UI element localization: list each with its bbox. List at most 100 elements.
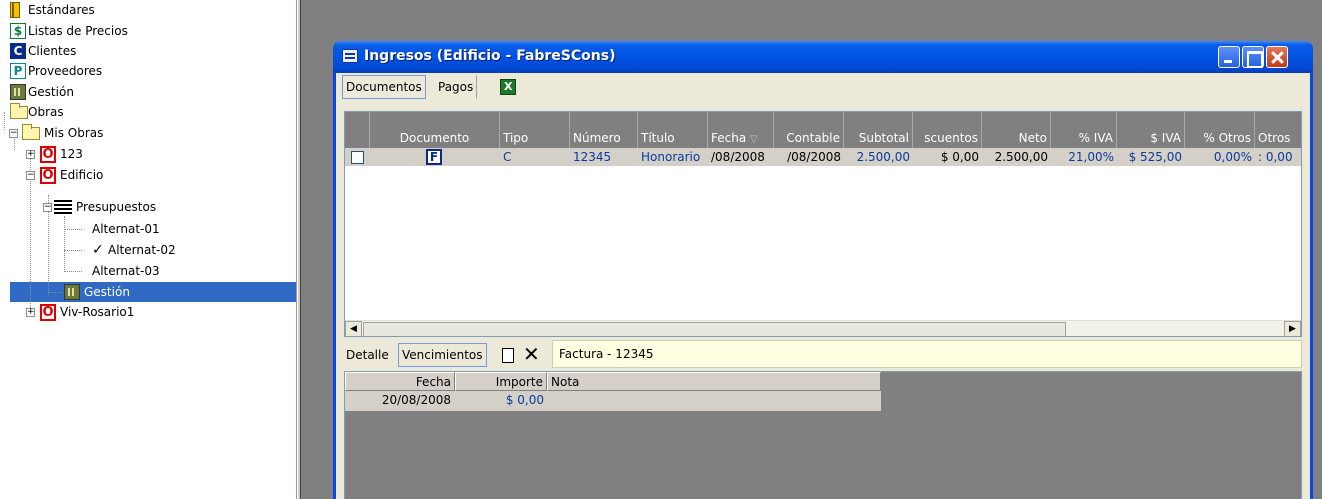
close-button[interactable] [1266, 46, 1288, 68]
column-header-descuentos[interactable]: scuentos [913, 129, 982, 148]
column-header-fecha[interactable]: Fecha ▽ [708, 129, 774, 148]
column-header-fecha[interactable]: Fecha [345, 372, 455, 391]
tree-item-gestion-obra[interactable]: Gestión [0, 282, 290, 302]
top-tab-strip: Documentos Pagos [342, 75, 642, 99]
column-header-otros[interactable]: Otros [1255, 129, 1301, 148]
scroll-left-button[interactable]: ◀ [345, 321, 362, 336]
obra-icon: O [40, 167, 56, 184]
band-cell [1051, 112, 1117, 129]
scrollbar-thumb[interactable] [363, 322, 1066, 336]
column-header-subtotal[interactable]: Subtotal [844, 129, 913, 148]
tree-item-alternat-02[interactable]: ✓ Alternat-02 [0, 240, 290, 260]
collapse-toggle[interactable]: − [43, 203, 52, 212]
tree-item-alternat-01[interactable]: Alternat-01 [0, 219, 290, 239]
band-cell [1255, 112, 1301, 129]
minimize-button[interactable] [1218, 46, 1240, 68]
tree-item-estandares[interactable]: Estándares [0, 0, 290, 20]
tab-documentos[interactable]: Documentos [342, 75, 426, 99]
column-header-contable[interactable]: Contable [774, 129, 844, 148]
factura-doc-icon: F [426, 149, 442, 165]
column-header-importe[interactable]: Importe [455, 372, 547, 391]
tab-detalle[interactable]: Detalle [342, 343, 393, 367]
vencimientos-grid[interactable]: Fecha Importe Nota 20/08/2008 $ 0,00 [344, 371, 1302, 499]
grid-header: Documento Tipo Número Título Fecha ▽ Con… [345, 129, 1301, 148]
navigation-tree: Estándares $ Listas de Precios C Cliente… [0, 0, 297, 499]
building-icon [64, 284, 80, 300]
cell-contable: /08/2008 [787, 150, 841, 164]
window-title: Ingresos (Edificio - FabreSCons) [364, 48, 616, 64]
window-body: Documentos Pagos X Documento Tipo Número… [336, 73, 1310, 499]
obra-icon: O [40, 304, 56, 321]
maximize-button[interactable] [1242, 46, 1264, 68]
clients-icon: C [10, 43, 26, 59]
column-header-select[interactable] [345, 129, 370, 148]
expand-toggle[interactable]: + [26, 150, 35, 159]
new-document-icon[interactable] [502, 348, 514, 363]
collapse-toggle[interactable]: − [26, 171, 35, 180]
column-header-numero[interactable]: Número [570, 129, 638, 148]
column-header-pct-otros[interactable]: % Otros [1185, 129, 1255, 148]
tree-item-label: Estándares [28, 3, 95, 17]
band-cell [345, 112, 370, 129]
column-header-nota[interactable]: Nota [547, 372, 881, 391]
cell-iva: $ 525,00 [1128, 150, 1182, 164]
column-header-neto[interactable]: Neto [982, 129, 1051, 148]
column-header-iva[interactable]: $ IVA [1117, 129, 1185, 148]
tree-item-alternat-03[interactable]: Alternat-03 [0, 261, 290, 281]
table-row[interactable]: 20/08/2008 $ 0,00 [345, 391, 881, 411]
tree-item-label: Alternat-02 [108, 243, 176, 257]
window-app-icon[interactable] [342, 49, 358, 63]
grid-group-band [345, 112, 1301, 129]
expand-toggle[interactable]: + [26, 308, 35, 317]
cell-fecha: /08/2008 [711, 150, 765, 164]
band-cell [570, 112, 638, 129]
tree-item-mis-obras[interactable]: − Mis Obras [0, 123, 290, 143]
collapse-toggle[interactable]: − [9, 129, 18, 138]
tree-item-label: Mis Obras [44, 126, 104, 140]
window-titlebar[interactable]: Ingresos (Edificio - FabreSCons) [333, 41, 1313, 73]
scroll-right-button[interactable]: ▶ [1284, 321, 1301, 336]
column-header-titulo[interactable]: Título [638, 129, 708, 148]
cell-numero: 12345 [573, 150, 612, 164]
ingresos-window: Ingresos (Edificio - FabreSCons) Documen… [333, 41, 1313, 499]
horizontal-scrollbar[interactable]: ◀ ▶ [345, 320, 1301, 336]
panel-splitter[interactable] [297, 0, 301, 499]
tree-item-label: Presupuestos [76, 200, 157, 214]
tree-item-label: Clientes [28, 44, 77, 58]
band-cell [370, 112, 500, 129]
tree-item-obras[interactable]: Obras [0, 102, 290, 122]
tree-item-presupuestos[interactable]: − Presupuestos [0, 197, 290, 217]
tree-item-gestion[interactable]: Gestión [0, 82, 290, 102]
cell-titulo: Honorario [641, 150, 701, 164]
tree-item-label: 123 [60, 147, 83, 161]
band-cell [708, 112, 774, 129]
tree-item-clientes[interactable]: C Clientes [0, 41, 290, 61]
tree-item-edificio[interactable]: − O Edificio [0, 165, 290, 185]
tab-pagos[interactable]: Pagos [434, 75, 478, 99]
tree-item-label: Listas de Precios [28, 24, 128, 38]
bottom-tab-strip: Detalle Vencimientos ✕ [342, 343, 552, 367]
tree-item-label: Proveedores [28, 64, 103, 78]
obra-icon: O [40, 146, 56, 163]
tab-vencimientos[interactable]: Vencimientos [398, 343, 487, 367]
list-icon [54, 200, 72, 214]
vencimientos-table: Fecha Importe Nota 20/08/2008 $ 0,00 [345, 372, 881, 414]
documents-grid[interactable]: Documento Tipo Número Título Fecha ▽ Con… [344, 111, 1302, 337]
folder-icon [10, 103, 28, 119]
excel-export-icon[interactable] [500, 79, 516, 95]
building-icon [10, 84, 26, 100]
tree-item-123[interactable]: + O 123 [0, 144, 290, 164]
column-header-documento[interactable]: Documento [370, 129, 500, 148]
column-header-pct-iva[interactable]: % IVA [1051, 129, 1117, 148]
cell-tipo: C [503, 150, 512, 164]
tree-item-proveedores[interactable]: P Proveedores [0, 61, 290, 81]
table-row[interactable]: F C 12345 Honorario /08/2008 /08/2008 2.… [345, 148, 1301, 166]
delete-icon[interactable]: ✕ [523, 344, 540, 364]
tree-item-listas-de-precios[interactable]: $ Listas de Precios [0, 21, 290, 41]
row-select-checkbox[interactable] [351, 151, 364, 164]
column-header-label: Fecha [711, 131, 747, 145]
column-header-tipo[interactable]: Tipo [500, 129, 570, 148]
tree-item-viv-rosario1[interactable]: + O Viv-Rosario1 [0, 302, 290, 322]
tree-item-label: Gestión [84, 285, 130, 299]
cell-descuentos: $ 0,00 [940, 150, 979, 164]
